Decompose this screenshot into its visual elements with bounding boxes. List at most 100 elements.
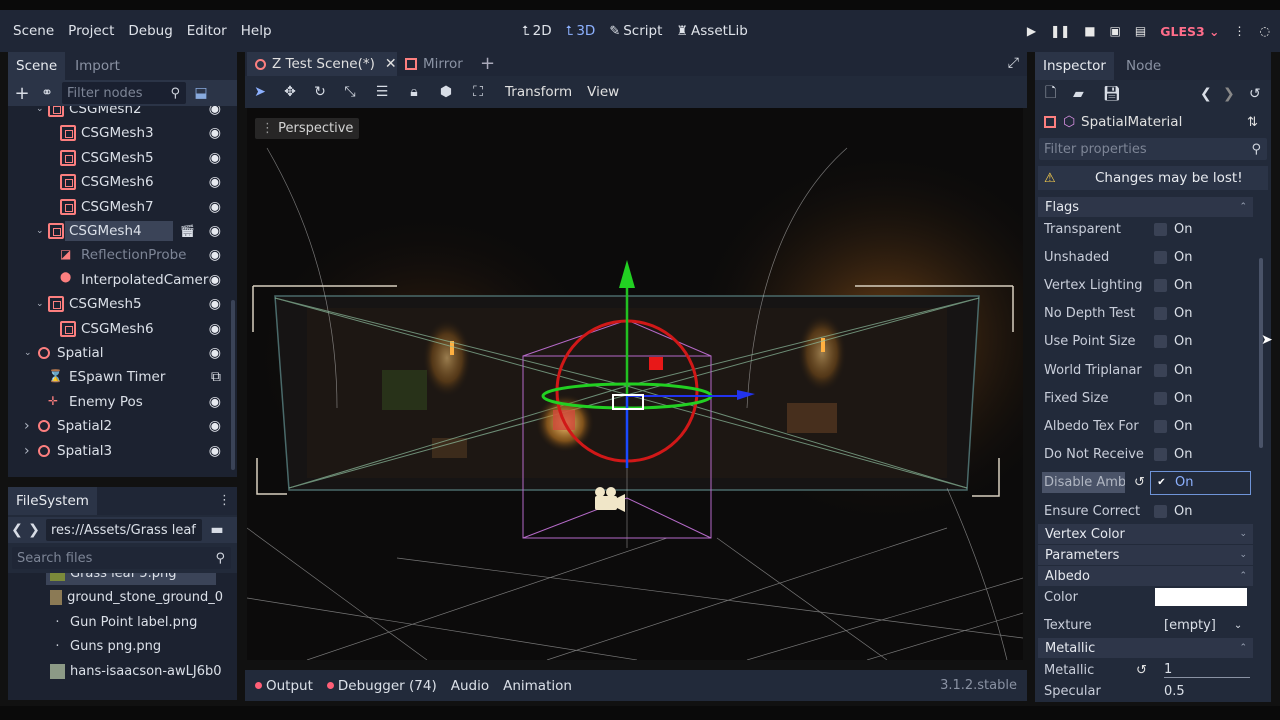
back-icon[interactable]: ❮ bbox=[8, 522, 26, 538]
menu-scene[interactable]: Scene bbox=[7, 23, 60, 39]
metallic-slider[interactable]: 1 bbox=[1164, 662, 1250, 678]
distraction-free-icon[interactable]: ⤢ bbox=[1008, 55, 1019, 71]
visibility-icon[interactable]: ◉ bbox=[209, 418, 221, 434]
open-folder-icon[interactable]: ▰ bbox=[1073, 86, 1084, 102]
file-item[interactable]: hans-isaacson-awLJ6b0 bbox=[8, 659, 223, 683]
tab-inspector[interactable]: Inspector bbox=[1035, 52, 1114, 80]
tree-node[interactable]: CSGMesh5 ◉ bbox=[8, 146, 237, 170]
visibility-icon[interactable]: ◉ bbox=[209, 174, 221, 190]
close-icon[interactable]: ✕ bbox=[385, 56, 397, 72]
tree-node[interactable]: ⌛ ESpawn Timer ⧉ bbox=[8, 365, 237, 389]
pause-icon[interactable]: ❚❚ bbox=[1050, 24, 1070, 38]
select-tool-icon[interactable]: ➤ bbox=[245, 84, 275, 100]
history-back-icon[interactable]: ❮ bbox=[1200, 86, 1212, 102]
tree-node[interactable]: ⌄ CSGMesh2 ◉ bbox=[8, 106, 237, 121]
mode-3d-button[interactable]: ⮤ 3D bbox=[566, 23, 596, 39]
tree-node[interactable]: ✛ Enemy Pos ◉ bbox=[8, 390, 237, 414]
tree-node[interactable]: ⌄ CSGMesh4 🎬︎ ◉ bbox=[8, 219, 237, 243]
save-icon[interactable]: 💾︎ bbox=[1103, 86, 1121, 102]
visibility-icon[interactable]: ◉ bbox=[209, 394, 221, 410]
chevron-right-icon[interactable]: › bbox=[24, 418, 36, 434]
scene-tree-scrollbar[interactable] bbox=[231, 300, 235, 470]
menu-debug[interactable]: Debug bbox=[122, 23, 178, 39]
section-metallic[interactable]: Metallic ⌃ bbox=[1038, 638, 1253, 658]
local-space-icon[interactable]: ⛶ bbox=[463, 84, 493, 100]
forward-icon[interactable]: ❯ bbox=[26, 522, 42, 538]
add-node-icon[interactable]: + bbox=[8, 83, 36, 104]
menu-help[interactable]: Help bbox=[235, 23, 278, 39]
section-vertex-color[interactable]: Vertex Color ⌄ bbox=[1038, 524, 1253, 544]
tab-audio[interactable]: Audio bbox=[451, 678, 489, 694]
add-tab-icon[interactable]: + bbox=[480, 53, 495, 74]
path-field[interactable]: res://Assets/Grass leaf bbox=[46, 519, 202, 541]
play-custom-scene-icon[interactable]: ▤ bbox=[1135, 24, 1146, 38]
tab-import[interactable]: Import bbox=[65, 52, 128, 80]
tab-node[interactable]: Node bbox=[1114, 52, 1169, 80]
tab-output[interactable]: Output bbox=[255, 678, 313, 694]
play-scene-icon[interactable]: ▣ bbox=[1110, 24, 1121, 38]
mode-script-button[interactable]: ✎ Script bbox=[609, 23, 662, 39]
scene-tab-active[interactable]: Z Test Scene(*) ✕ bbox=[247, 52, 397, 76]
scale-tool-icon[interactable]: ⤡ bbox=[335, 84, 365, 100]
chevron-down-icon[interactable]: ⌄ bbox=[36, 106, 48, 114]
file-item[interactable]: Grass leaf 5.png bbox=[46, 573, 216, 585]
flag-checkbox[interactable]: On bbox=[1154, 363, 1192, 378]
specular-value[interactable]: 0.5 bbox=[1164, 684, 1185, 699]
menu-dots-icon[interactable]: ⋮ bbox=[218, 493, 231, 508]
history-forward-icon[interactable]: ❯ bbox=[1223, 86, 1235, 102]
transform-menu[interactable]: Transform bbox=[505, 84, 572, 100]
file-item[interactable]: · Guns png.png bbox=[8, 635, 223, 659]
lock-icon[interactable]: 🔒︎ bbox=[399, 84, 429, 100]
link-icon[interactable]: ⚭ bbox=[36, 85, 58, 101]
list-select-icon[interactable]: ☰ bbox=[365, 84, 399, 100]
tree-node[interactable]: CSGMesh6 ◉ bbox=[8, 170, 237, 194]
menu-project[interactable]: Project bbox=[62, 23, 120, 39]
tree-node[interactable]: › Spatial2 ◉ bbox=[8, 414, 237, 438]
3d-viewport[interactable]: ⋮ Perspective bbox=[247, 108, 1023, 660]
chevron-down-icon[interactable]: ⌄ bbox=[36, 226, 48, 236]
visibility-icon[interactable]: ◉ bbox=[209, 199, 221, 215]
tree-node[interactable]: ⬤ InterpolatedCamer ◉ bbox=[8, 268, 237, 292]
new-resource-icon[interactable]: 🗋︎ bbox=[1045, 82, 1056, 106]
visibility-icon[interactable]: ◉ bbox=[209, 321, 221, 337]
tree-node[interactable]: ◪ ReflectionProbe ◉ bbox=[8, 243, 237, 267]
settings-icon[interactable]: ⋮ bbox=[1234, 24, 1246, 38]
tree-node[interactable]: › Spatial3 ◉ bbox=[8, 439, 237, 463]
chevron-down-icon[interactable]: ⌄ bbox=[36, 299, 48, 309]
signal-icon[interactable]: ⧉ bbox=[211, 369, 221, 385]
section-parameters[interactable]: Parameters ⌄ bbox=[1038, 545, 1253, 565]
mode-2d-button[interactable]: ⮤ 2D bbox=[522, 23, 552, 39]
flag-checkbox[interactable]: On bbox=[1154, 504, 1192, 519]
tab-animation[interactable]: Animation bbox=[503, 678, 572, 694]
chevron-right-icon[interactable]: › bbox=[24, 443, 36, 459]
tree-node[interactable]: CSGMesh7 ◉ bbox=[8, 195, 237, 219]
visibility-icon[interactable]: ◉ bbox=[209, 223, 221, 239]
animation-player-icon[interactable]: 🎬︎ bbox=[180, 224, 195, 238]
revert-icon[interactable]: ↺ bbox=[1134, 475, 1145, 490]
search-files-input[interactable]: Search files ⚲ bbox=[12, 547, 231, 569]
flag-checkbox[interactable]: On bbox=[1154, 306, 1192, 321]
inspector-scrollbar[interactable] bbox=[1259, 258, 1263, 448]
rotate-tool-icon[interactable]: ↻ bbox=[305, 84, 335, 100]
visibility-icon[interactable]: ◉ bbox=[209, 443, 221, 459]
flag-checkbox[interactable]: On bbox=[1154, 391, 1192, 406]
menu-editor[interactable]: Editor bbox=[181, 23, 233, 39]
tree-node[interactable]: ⌄ Spatial ◉ bbox=[8, 341, 237, 365]
renderer-selector[interactable]: GLES3 ⌄ bbox=[1160, 24, 1219, 39]
flag-checkbox[interactable]: On bbox=[1154, 278, 1192, 293]
group-icon[interactable]: ⬢ bbox=[429, 84, 463, 100]
visibility-icon[interactable]: ◉ bbox=[209, 247, 221, 263]
object-properties-icon[interactable]: ⇅ bbox=[1247, 115, 1258, 130]
flag-checkbox[interactable]: On bbox=[1154, 250, 1192, 265]
resource-name[interactable]: SpatialMaterial bbox=[1081, 114, 1182, 130]
tree-node[interactable]: CSGMesh6 ◉ bbox=[8, 317, 237, 341]
filter-nodes-input[interactable]: Filter nodes ⚲ bbox=[62, 82, 186, 104]
revert-icon[interactable]: ↺ bbox=[1136, 663, 1147, 678]
view-menu[interactable]: View bbox=[587, 84, 619, 100]
section-flags[interactable]: Flags ⌃ bbox=[1038, 197, 1253, 217]
albedo-color-swatch[interactable] bbox=[1155, 588, 1247, 606]
visibility-icon[interactable]: ◉ bbox=[209, 106, 221, 117]
visibility-icon[interactable]: ◉ bbox=[209, 296, 221, 312]
perspective-menu[interactable]: ⋮ Perspective bbox=[255, 118, 360, 139]
tree-node[interactable]: CSGMesh3 ◉ bbox=[8, 121, 237, 145]
